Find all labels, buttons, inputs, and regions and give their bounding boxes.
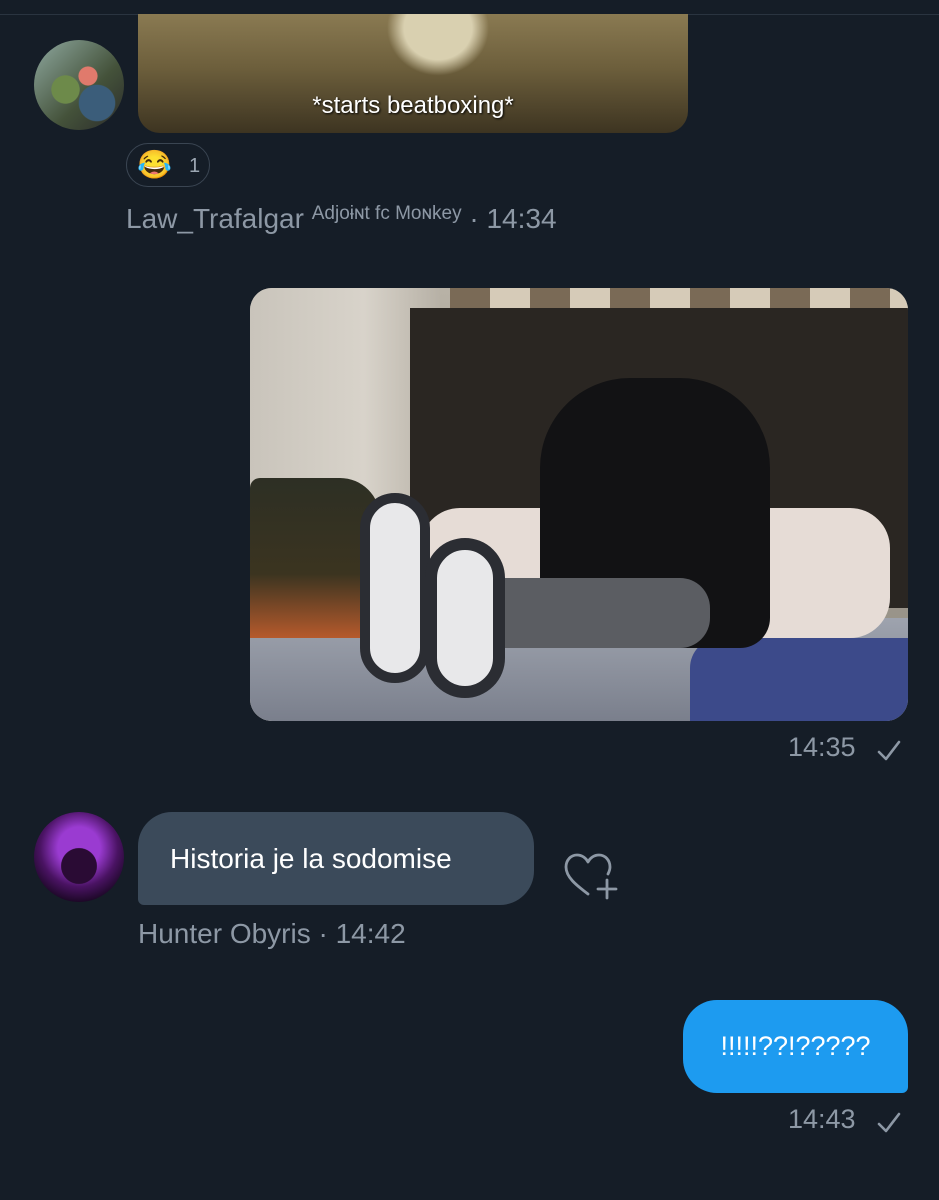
image-caption: *starts beatboxing* [312, 92, 514, 119]
message-time: 14:43 [788, 1104, 856, 1134]
message-meta: Law_Trafalgar Adjoɨɴt fc Moɴkey · 14:34 [126, 203, 557, 235]
message-bubble-incoming[interactable]: Historia je la sodomise [138, 812, 534, 905]
reaction-count: 1 [189, 155, 201, 177]
image-figure [378, 14, 498, 84]
avatar-hunter-obyris[interactable] [34, 812, 124, 902]
message-time: 14:35 [788, 732, 856, 762]
reaction-badge[interactable]: 😂 1 [126, 143, 210, 187]
sender-name[interactable]: Hunter Obyris [138, 918, 311, 949]
heart-plus-icon[interactable] [562, 850, 620, 904]
check-icon [877, 740, 901, 761]
message-time: 14:42 [335, 918, 406, 949]
meta-separator: · [461, 203, 487, 234]
top-divider [0, 0, 939, 15]
message-bubble-outgoing[interactable]: !!!!!??!????? [683, 1000, 908, 1093]
message-image-photo[interactable] [250, 288, 908, 721]
check-icon [877, 1112, 901, 1133]
message-time: 14:34 [486, 203, 557, 234]
meta-separator: · [310, 918, 336, 949]
sender-rank: Adjoɨɴt fc Moɴkey [311, 203, 462, 224]
avatar-law-trafalgar[interactable] [34, 40, 124, 130]
photo-blanket [690, 638, 908, 721]
laughing-emoji-icon: 😂 [137, 149, 172, 180]
photo-shoe-right [425, 538, 505, 698]
photo-shoe-left [360, 493, 430, 683]
message-meta: Hunter Obyris · 14:42 [138, 918, 406, 950]
message-image-beatboxing[interactable]: *starts beatboxing* [138, 14, 688, 133]
sender-name[interactable]: Law_Trafalgar [126, 203, 304, 234]
